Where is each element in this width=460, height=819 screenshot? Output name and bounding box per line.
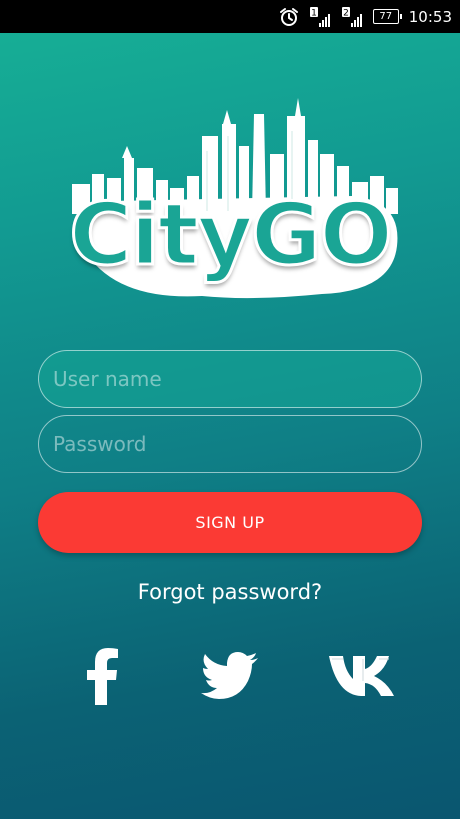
password-input[interactable] [38, 415, 422, 473]
sim2-label: 2 [343, 8, 349, 18]
signal-sim1-icon: 1 [309, 6, 331, 28]
battery-level: 77 [379, 11, 393, 22]
username-input[interactable] [38, 350, 422, 408]
status-time: 10:53 [408, 7, 452, 26]
forgot-password-link[interactable]: Forgot password? [0, 580, 460, 604]
signal-sim2-icon: 2 [341, 6, 363, 28]
status-bar: 1 2 77 10:53 [0, 0, 460, 33]
vk-icon[interactable] [324, 645, 400, 707]
signup-button[interactable]: SIGN UP [38, 492, 422, 553]
facebook-icon[interactable] [74, 645, 130, 707]
alarm-icon [279, 7, 299, 27]
sim1-label: 1 [311, 8, 317, 18]
logo-text: CityGO [68, 185, 394, 285]
app-logo: CityGO [52, 96, 408, 311]
twitter-icon[interactable] [198, 645, 262, 707]
battery-icon: 77 [372, 9, 402, 24]
